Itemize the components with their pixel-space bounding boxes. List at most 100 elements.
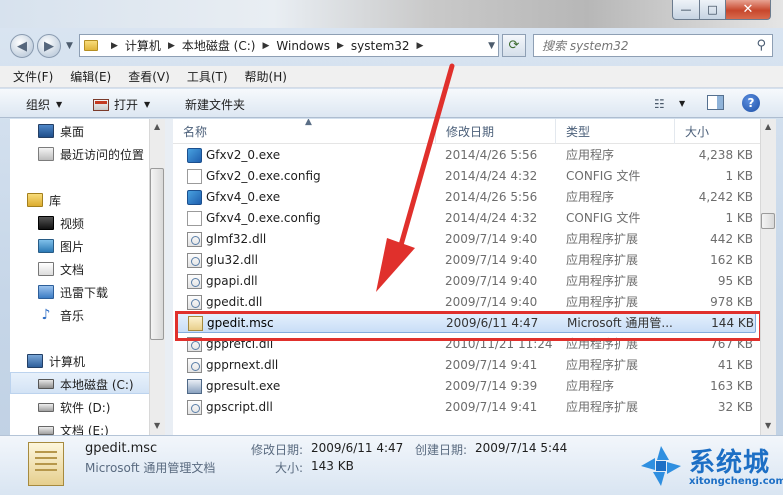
column-header-label: 大小 <box>685 125 710 139</box>
file-row[interactable]: gpprnext.dll 2009/7/14 9:41 应用程序扩展 41 KB <box>173 355 760 376</box>
breadcrumb-system32[interactable]: system32 <box>351 39 410 53</box>
column-header-size[interactable]: 大小 <box>675 119 760 144</box>
address-dropdown-icon[interactable]: ▼ <box>488 41 495 51</box>
file-type: 应用程序扩展 <box>566 232 639 246</box>
maximize-button[interactable]: □ <box>699 0 726 20</box>
nav-item-music[interactable]: ♪ 音乐 <box>38 305 84 325</box>
file-size: 32 KB <box>717 400 753 414</box>
sort-ascending-icon: ▲ <box>305 119 312 127</box>
nav-item-software-d[interactable]: 软件 (D:) <box>38 397 110 417</box>
file-list-scrollbar-thumb[interactable] <box>761 213 775 229</box>
breadcrumb-separator[interactable]: ▶ <box>168 41 175 51</box>
nav-item-label: 库 <box>49 193 62 208</box>
preview-pane-icon[interactable] <box>707 95 724 110</box>
menu-view[interactable]: 查看(V) <box>128 68 170 85</box>
nav-item-label: 文档 <box>60 262 85 277</box>
detail-modified-value: 2009/6/11 4:47 <box>311 441 404 455</box>
file-size: 442 KB <box>710 232 753 246</box>
menu-edit[interactable]: 编辑(E) <box>70 68 111 85</box>
breadcrumb-local-disk[interactable]: 本地磁盘 (C:) <box>182 37 256 54</box>
menu-help[interactable]: 帮助(H) <box>245 68 287 85</box>
nav-item-desktop[interactable]: 桌面 <box>38 121 84 141</box>
file-list: 名称 ▲ 修改日期 类型 大小 Gfxv2_0.exe 2014/4/26 5:5… <box>173 119 760 435</box>
minimize-button[interactable]: — <box>672 0 700 20</box>
file-type: CONFIG 文件 <box>566 169 641 183</box>
change-view-icon[interactable]: ☷ <box>654 97 665 111</box>
menu-file[interactable]: 文件(F) <box>13 68 53 85</box>
nav-scrollbar-thumb[interactable] <box>150 168 164 340</box>
file-size: 978 KB <box>710 295 753 309</box>
file-row[interactable]: Gfxv2_0.exe 2014/4/26 5:56 应用程序 4,238 KB <box>173 145 760 166</box>
nav-item-pictures[interactable]: 图片 <box>38 236 84 256</box>
file-row[interactable]: gpedit.dll 2009/7/14 9:40 应用程序扩展 978 KB <box>173 292 760 313</box>
detail-size-value: 143 KB <box>311 459 354 473</box>
forward-button[interactable]: ▶ <box>37 34 61 58</box>
address-bar[interactable]: ▶ 计算机 ▶ 本地磁盘 (C:) ▶ Windows ▶ system32 ▶… <box>79 34 499 57</box>
file-type: 应用程序 <box>566 190 615 204</box>
breadcrumb-separator[interactable]: ▶ <box>337 41 344 51</box>
nav-item-videos[interactable]: 视频 <box>38 213 84 233</box>
dll-file-icon <box>187 295 202 310</box>
column-header-type[interactable]: 类型 <box>556 119 675 144</box>
nav-item-label: 音乐 <box>60 308 85 323</box>
breadcrumb-windows[interactable]: Windows <box>276 39 330 53</box>
nav-item-recent-places[interactable]: 最近访问的位置 <box>38 144 144 164</box>
back-button[interactable]: ◀ <box>10 34 34 58</box>
hard-disk-icon <box>38 402 54 412</box>
file-row[interactable]: gpscript.dll 2009/7/14 9:41 应用程序扩展 32 KB <box>173 397 760 418</box>
file-row[interactable]: glmf32.dll 2009/7/14 9:40 应用程序扩展 442 KB <box>173 229 760 250</box>
breadcrumb-separator[interactable]: ▶ <box>111 41 118 51</box>
file-name: gpprnext.dll <box>206 358 279 372</box>
file-name: Gfxv2_0.exe.config <box>206 169 321 183</box>
nav-item-label: 本地磁盘 (C:) <box>60 377 134 392</box>
file-row[interactable]: gpapi.dll 2009/7/14 9:40 应用程序扩展 95 KB <box>173 271 760 292</box>
file-row[interactable]: Gfxv2_0.exe.config 2014/4/24 4:32 CONFIG 文… <box>173 166 760 187</box>
scroll-down-icon[interactable]: ▼ <box>765 421 771 430</box>
breadcrumb-separator[interactable]: ▶ <box>262 41 269 51</box>
search-icon[interactable]: ⚲ <box>756 38 766 53</box>
search-box[interactable]: ⚲ <box>533 34 773 57</box>
nav-item-documents[interactable]: 文档 <box>38 259 84 279</box>
column-header-label: 修改日期 <box>446 125 495 139</box>
nav-item-documents-e[interactable]: 文档 (E:) <box>38 420 109 435</box>
nav-item-library[interactable]: 库 <box>27 190 61 210</box>
file-row[interactable]: gpresult.exe 2009/7/14 9:39 应用程序 163 KB <box>173 376 760 397</box>
file-row[interactable]: Gfxv4_0.exe.config 2014/4/24 4:32 CONFIG 文… <box>173 208 760 229</box>
close-button[interactable]: ✕ <box>725 0 771 20</box>
breadcrumb-separator[interactable]: ▶ <box>417 41 424 51</box>
file-row[interactable]: glu32.dll 2009/7/14 9:40 应用程序扩展 162 KB <box>173 250 760 271</box>
column-header-date[interactable]: 修改日期 <box>436 119 556 144</box>
menu-tools[interactable]: 工具(T) <box>187 68 228 85</box>
pane-splitter[interactable] <box>165 119 173 435</box>
thunder-download-icon <box>38 285 54 299</box>
file-list-scrollbar[interactable]: ▲ ▼ <box>760 119 776 435</box>
new-folder-button[interactable]: 新建文件夹 <box>185 96 245 113</box>
refresh-button[interactable]: ⟳ <box>502 34 526 57</box>
open-button[interactable]: 打开 ▼ <box>93 96 150 113</box>
scroll-down-icon[interactable]: ▼ <box>154 421 160 430</box>
nav-item-local-disk-c[interactable]: 本地磁盘 (C:) <box>38 374 134 394</box>
file-name: gpscript.dll <box>206 400 273 414</box>
breadcrumb-computer[interactable]: 计算机 <box>125 37 161 54</box>
scroll-up-icon[interactable]: ▲ <box>154 122 160 131</box>
file-row[interactable]: Gfxv4_0.exe 2014/4/26 5:56 应用程序 4,242 KB <box>173 187 760 208</box>
navigation-pane: 桌面 最近访问的位置 库 视频 图片 文档 迅雷下载 ♪ 音乐 计算机 本地磁盘… <box>10 119 165 435</box>
title-bar: — □ ✕ <box>0 0 783 28</box>
scroll-up-icon[interactable]: ▲ <box>765 122 771 131</box>
search-input[interactable] <box>542 38 742 53</box>
file-date: 2014/4/26 5:56 <box>445 190 538 204</box>
file-type: 应用程序扩展 <box>566 274 639 288</box>
help-icon[interactable]: ? <box>742 94 760 112</box>
detail-created-value: 2009/7/14 5:44 <box>475 441 568 455</box>
organize-button[interactable]: 组织 ▼ <box>26 96 62 113</box>
new-folder-label: 新建文件夹 <box>185 98 246 112</box>
recent-pages-dropdown[interactable]: ▼ <box>66 41 73 51</box>
file-type: 应用程序扩展 <box>566 400 639 414</box>
file-name: gpapi.dll <box>206 274 258 288</box>
nav-item-thunder-download[interactable]: 迅雷下载 <box>38 282 108 302</box>
open-icon <box>93 98 109 111</box>
file-name: gpresult.exe <box>206 379 281 393</box>
view-dropdown-icon[interactable]: ▼ <box>679 99 685 108</box>
file-date: 2009/7/14 9:40 <box>445 232 538 246</box>
nav-item-computer[interactable]: 计算机 <box>27 351 85 371</box>
